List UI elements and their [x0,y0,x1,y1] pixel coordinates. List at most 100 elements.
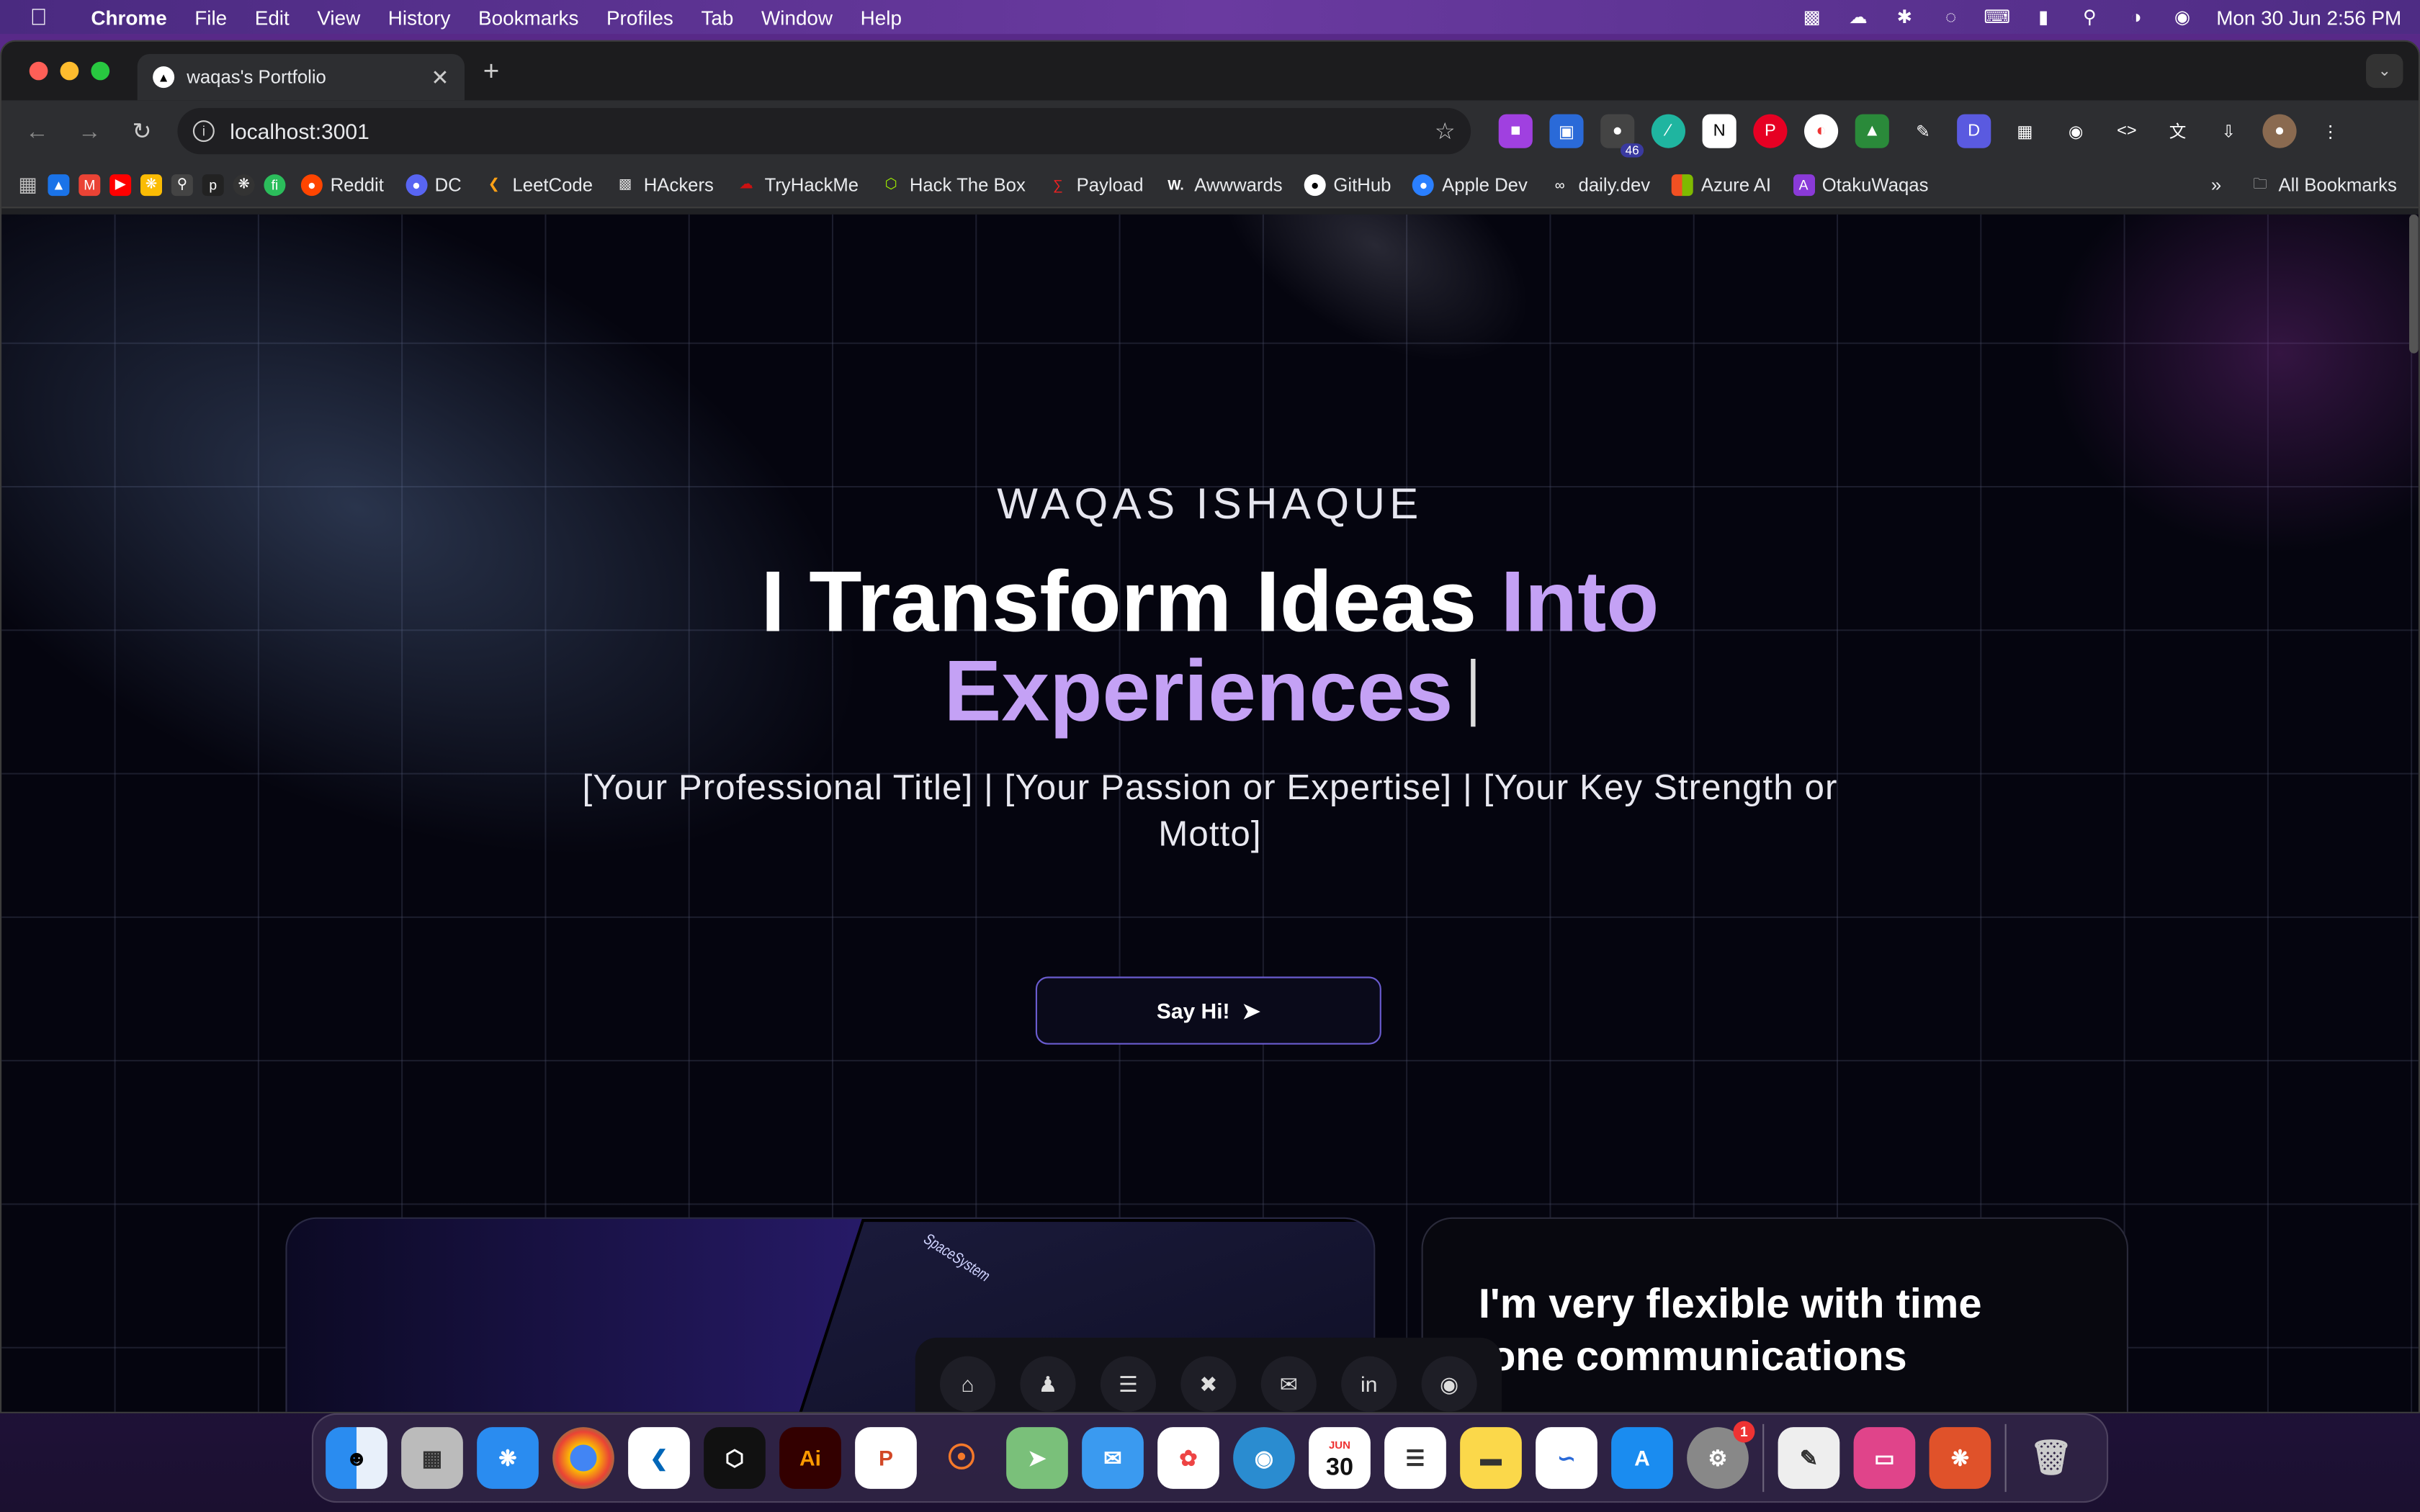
menu-bookmarks[interactable]: Bookmarks [465,6,593,29]
vscode-icon[interactable]: ❮ [628,1427,690,1489]
mail-app-icon[interactable]: ✉ [1082,1427,1144,1489]
reminders-icon[interactable]: ☰ [1384,1427,1446,1489]
close-tab-icon[interactable]: ✕ [431,64,449,90]
bookmark-payload[interactable]: ∑ Payload [1041,174,1150,195]
bookmark-dots-icon[interactable]: ❋ [233,174,255,196]
unity-icon[interactable]: ⬡ [704,1427,766,1489]
bookmark-lens-icon[interactable]: ⚲ [171,174,193,196]
bookmark-reddit[interactable]: ● Reddit [295,174,390,196]
bookmark-fi-icon[interactable]: fi [264,174,286,196]
finder-icon[interactable]: ☻ [326,1427,387,1489]
claude-icon[interactable]: ❋ [1929,1427,1991,1489]
safari-icon[interactable]: ❋ [477,1427,539,1489]
bookmark-leetcode[interactable]: ❮ LeetCode [477,174,599,195]
download-icon[interactable]: ⇩ [2212,114,2246,148]
extension-d-icon[interactable]: D [1957,114,1991,148]
menu-file[interactable]: File [181,6,241,29]
photos-icon[interactable]: ✿ [1157,1427,1219,1489]
powerpoint-icon[interactable]: P [855,1427,917,1489]
site-info-icon[interactable]: i [192,120,215,143]
address-bar[interactable]: i localhost:3001 ☆ [177,108,1471,155]
menu-clock[interactable]: Mon 30 Jun 2:56 PM [2216,6,2401,29]
extension-purple-icon[interactable]: ■ [1498,114,1533,148]
siri-icon[interactable]: ◉ [2170,6,2195,28]
bookmark-star-icon[interactable]: ☆ [1435,117,1456,145]
chrome-icon[interactable] [552,1427,614,1489]
new-tab-button[interactable]: + [483,55,500,87]
bookmark-github[interactable]: ● GitHub [1298,174,1397,196]
puzzle-icon[interactable]: ▦ [2008,114,2042,148]
maps-icon[interactable]: ➤ [1006,1427,1068,1489]
profile-avatar[interactable]: ● [2262,114,2297,148]
wifi-icon[interactable]: ◌ [1938,6,1963,28]
menu-profiles[interactable]: Profiles [593,6,687,29]
search-icon[interactable]: ⚲ [2077,6,2102,28]
bookmark-awwwards[interactable]: W. Awwwards [1159,174,1289,195]
tab-portfolio[interactable]: ▲ waqas's Portfolio ✕ [137,54,465,101]
drive-icon[interactable]: ▲ [1855,114,1889,148]
illustrator-icon[interactable]: Ai [779,1427,841,1489]
menu-window[interactable]: Window [748,6,847,29]
close-window-button[interactable] [29,61,48,81]
user-icon[interactable]: ♟ [1020,1356,1076,1412]
control-center-icon[interactable]: ◑ [2124,6,2148,28]
cloud-icon[interactable]: ☁ [1846,6,1870,28]
freeform-icon[interactable]: ∽ [1536,1427,1597,1489]
extension-code-icon[interactable]: ∕ [1651,114,1685,148]
reload-button[interactable]: ↻ [119,109,165,153]
bluetooth-icon[interactable]: ✱ [1892,6,1917,28]
settings-icon[interactable]: ⚙ 1 [1687,1421,1755,1489]
extension-notion-icon[interactable]: N [1702,114,1736,148]
color-picker-icon[interactable]: ✎ [1906,114,1940,148]
apple-icon[interactable]:  [0,4,77,30]
apps-grid-icon[interactable]: ▦ [17,172,39,195]
script-editor-icon[interactable]: ✎ [1778,1427,1840,1489]
page-scrollbar[interactable] [2409,214,2419,354]
bookmark-appledev[interactable]: ● Apple Dev [1407,174,1534,196]
back-button[interactable]: ← [14,109,60,153]
display-icon[interactable]: ▭ [1853,1427,1916,1489]
menu-view[interactable]: View [303,6,374,29]
pinterest-icon[interactable]: P [1753,114,1788,148]
menu-app-name[interactable]: Chrome [77,6,181,29]
menu-tab[interactable]: Tab [687,6,748,29]
pokeball-icon[interactable]: ◐ [1804,114,1839,148]
all-bookmarks[interactable]: 🗀 All Bookmarks [2243,174,2403,195]
trash-icon[interactable]: 🗑 [2020,1427,2082,1489]
url-text[interactable]: localhost:3001 [230,119,1419,143]
bookmark-hackers[interactable]: ▩ HAckers [608,174,720,195]
blender-icon[interactable]: ☉ [931,1427,992,1489]
list-icon[interactable]: ☰ [1100,1356,1156,1412]
bookmark-drive-icon[interactable]: ▲ [48,174,70,196]
bookmark-hackthebox[interactable]: ⬡ Hack The Box [874,174,1032,195]
incognito-icon[interactable]: ◉ [2059,114,2093,148]
menu-edit[interactable]: Edit [241,6,303,29]
forward-button[interactable]: → [66,109,112,153]
battery-icon[interactable]: ▮ [2031,6,2056,28]
minimize-window-button[interactable] [60,61,79,81]
github-nav-icon[interactable]: ◉ [1421,1356,1477,1412]
maximize-window-button[interactable] [91,61,110,81]
proxyman-icon[interactable]: ◉ [1233,1427,1295,1489]
bookmark-otakuwaqas[interactable]: A OtakuWaqas [1786,174,1935,196]
home-icon[interactable]: ⌂ [940,1356,996,1412]
notes-icon[interactable]: ▬ [1460,1427,1522,1489]
devtools-icon[interactable]: <> [2110,114,2143,148]
bookmark-p-icon[interactable]: p [202,174,224,196]
chrome-menu-icon[interactable]: ⋮ [2313,114,2347,148]
bookmark-dailydev[interactable]: ∞ daily.dev [1543,174,1656,195]
extension-copy-icon[interactable]: ▣ [1549,114,1584,148]
bookmark-photos-icon[interactable]: ❋ [140,174,162,196]
extension-counter-icon[interactable]: ● 46 [1600,114,1644,158]
bookmark-gmail-icon[interactable]: M [79,174,101,196]
calendar-icon[interactable]: JUN 30 [1309,1427,1371,1489]
bookmark-azureai[interactable]: Azure AI [1666,174,1778,196]
say-hi-button[interactable]: Say Hi! ➤ [1035,976,1381,1045]
translate-icon[interactable]: 文 [2161,114,2195,148]
launchpad-icon[interactable]: ▦ [401,1427,463,1489]
menu-help[interactable]: Help [846,6,915,29]
keyboard-icon[interactable]: ⌨ [1984,6,2010,28]
more-bookmarks-chevron-icon[interactable]: » [2211,174,2221,195]
bookmark-youtube-icon[interactable]: ▶ [109,174,132,196]
app-store-icon[interactable]: A [1611,1427,1673,1489]
